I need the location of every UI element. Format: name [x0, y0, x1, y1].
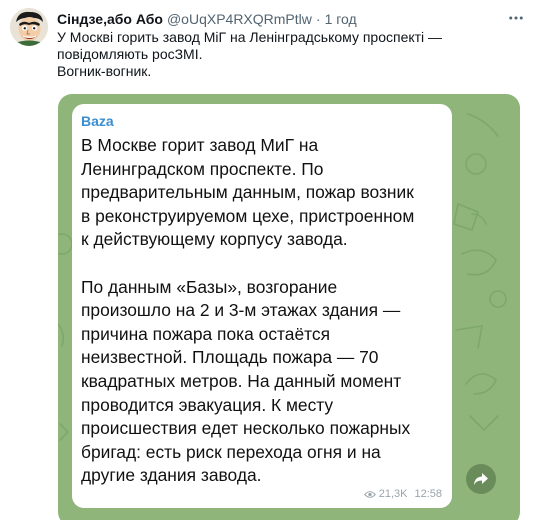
media-attachment[interactable]: Baza В Москве горит завод МиГ на Ленингр…: [58, 94, 520, 520]
share-icon: [474, 473, 488, 485]
message-line: По данным «Базы», возгорание: [81, 276, 338, 297]
message-line: неизвестной. Площадь пожара — 70: [81, 347, 379, 368]
view-count: 21,3K: [378, 488, 408, 500]
message-time: 12:58: [414, 488, 442, 500]
message-line: В Москве горит завод МиГ на: [81, 135, 319, 155]
timestamp[interactable]: 1 год: [325, 10, 357, 28]
avatar[interactable]: [10, 8, 48, 46]
message-line: предварительным данным, пожар возник: [81, 182, 414, 203]
telegram-message: Baza В Москве горит завод МиГ на Ленингр…: [72, 104, 452, 508]
message-line: произошло на 2 и 3-м этажах здания —: [81, 300, 401, 321]
message-line: происшествия едет несколько пожарных: [81, 418, 411, 439]
separator-dot: ·: [315, 11, 321, 27]
message-line: причина пожара пока остаётся: [81, 323, 331, 344]
message-line: бригад: есть риск перехода огня и на: [81, 441, 381, 462]
tweet-text-line: Вогник-вогник.: [57, 63, 152, 79]
tweet[interactable]: Сіндзе,або Або @oUqXP4RXQRmPtlw · 1 год …: [0, 0, 536, 520]
tweet-header: Сіндзе,або Або @oUqXP4RXQRmPtlw · 1 год: [57, 10, 496, 28]
share-button[interactable]: [466, 464, 496, 494]
message-line: Ленинградском проспекте. По: [81, 158, 324, 179]
message-line: квадратных метров. На данный момент: [81, 370, 402, 391]
channel-name[interactable]: Baza: [81, 113, 114, 129]
tweet-text-line: У Москві горить завод МіГ на Ленінградсь…: [57, 29, 443, 45]
message-text: В Москве горит завод МиГ на Ленинградско…: [81, 134, 451, 488]
avatar-cartoon-face-icon: [10, 8, 48, 46]
author-name[interactable]: Сіндзе,або Або: [57, 10, 163, 28]
author-handle[interactable]: @oUqXP4RXQRmPtlw: [167, 10, 312, 28]
more-button[interactable]: [504, 8, 528, 28]
message-line: другие здания завода.: [81, 465, 262, 486]
tweet-text: У Москві горить завод МіГ на Ленінградсь…: [57, 29, 517, 80]
more-icon: [509, 16, 523, 20]
message-meta: 21,3K 12:58: [363, 488, 442, 500]
message-line: проводится эвакуация. К месту: [81, 394, 334, 415]
tweet-text-line: повідомляють росЗМІ.: [57, 46, 203, 62]
message-line: к действующему корпусу завода.: [81, 229, 348, 250]
message-line: в реконструируемом цехе, пристроенном: [81, 205, 415, 226]
eye-icon: [363, 490, 376, 498]
message-line: [81, 252, 451, 276]
